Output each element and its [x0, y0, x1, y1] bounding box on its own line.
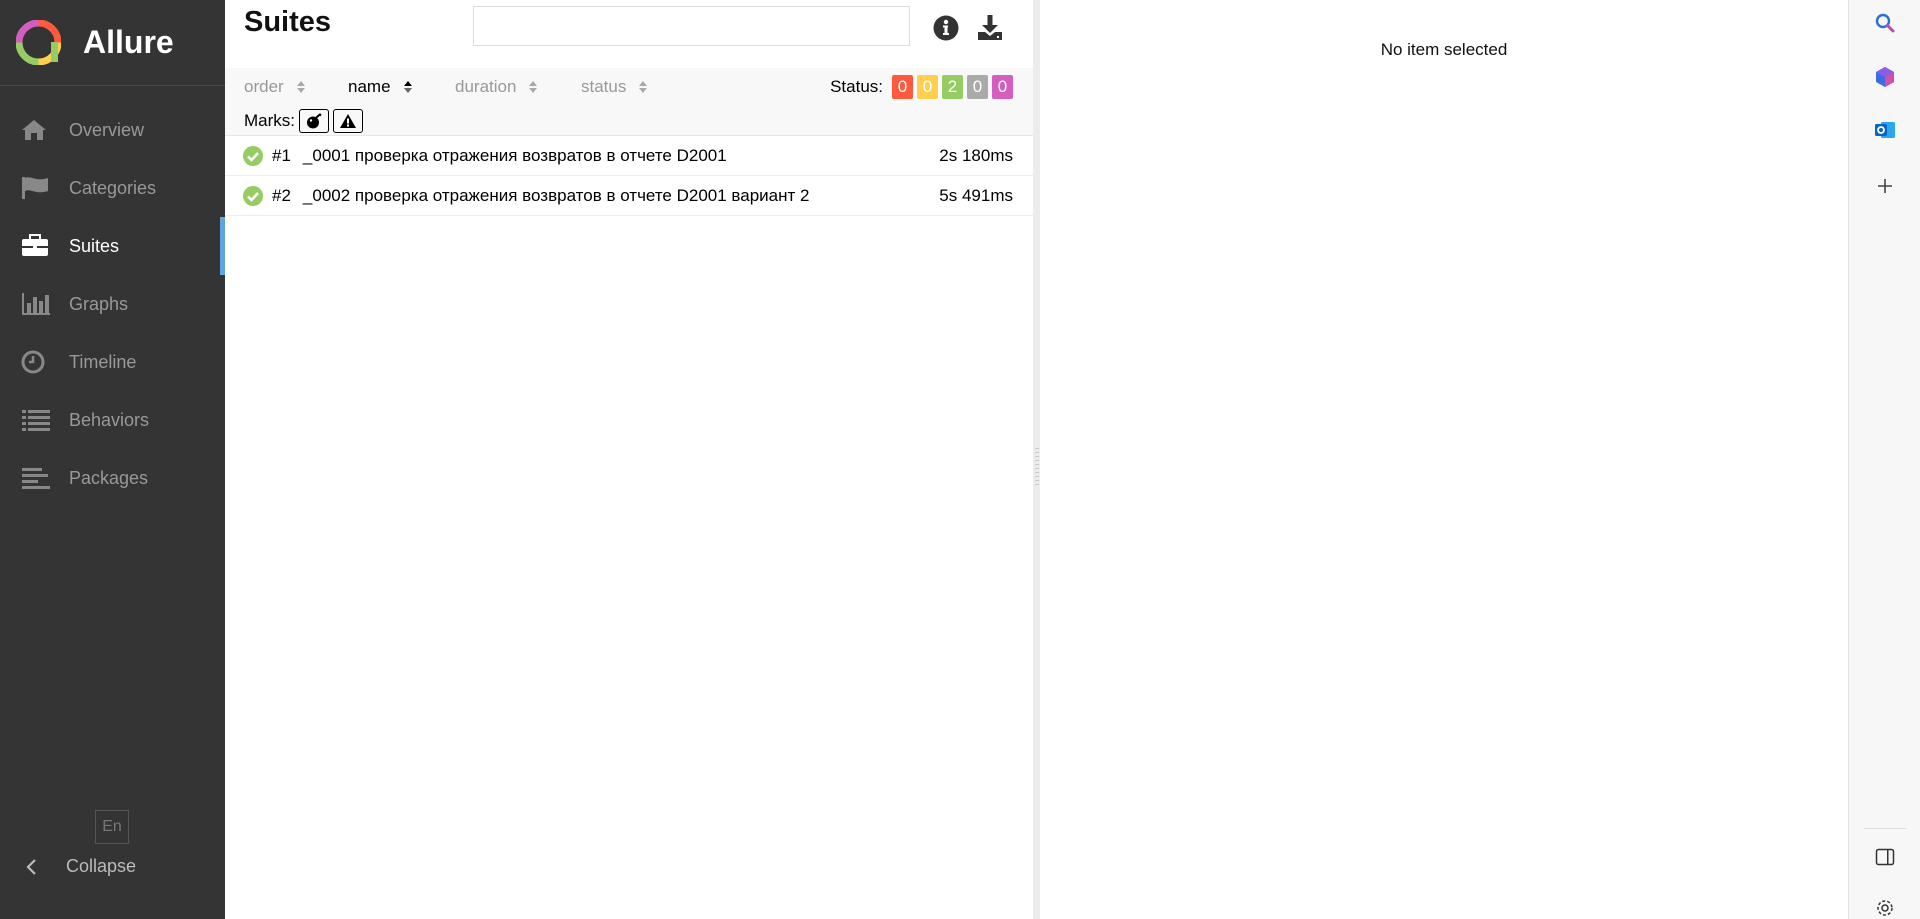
- sort-icon: [296, 81, 305, 93]
- detail-pane: No item selected: [1040, 0, 1848, 919]
- language-switcher[interactable]: En: [95, 810, 129, 844]
- sorter-label: name: [348, 77, 391, 96]
- passed-status-icon: [243, 185, 263, 206]
- test-row[interactable]: #2 _0002 проверка отражения возвратов в …: [225, 176, 1033, 216]
- sidebar: Allure Overview Categories Suites Graphs: [0, 0, 225, 919]
- browser-side-rail: [1848, 0, 1920, 919]
- sidebar-item-label: Timeline: [69, 351, 137, 372]
- sort-icon: [403, 81, 412, 93]
- status-label: Status:: [830, 77, 883, 96]
- test-number: #1: [272, 145, 291, 165]
- sort-status[interactable]: status: [581, 77, 648, 97]
- app-name: Allure: [83, 24, 174, 60]
- list-icon: [21, 407, 51, 433]
- collapse-button[interactable]: Collapse: [25, 856, 136, 877]
- sidebar-item-label: Behaviors: [69, 409, 150, 430]
- sidebar-item-categories[interactable]: Categories: [0, 159, 225, 217]
- sorter-label: order: [244, 77, 284, 96]
- download-icon[interactable]: [976, 14, 1004, 42]
- sidebar-item-packages[interactable]: Packages: [0, 449, 225, 507]
- sidebar-item-suites[interactable]: Suites: [0, 217, 225, 275]
- sidebar-toggle-icon[interactable]: [1873, 845, 1897, 869]
- chevron-left-icon: [26, 858, 36, 875]
- info-icon[interactable]: [932, 14, 960, 42]
- suites-header: Suites: [225, 0, 1033, 68]
- status-badge-skipped[interactable]: 0: [967, 75, 988, 99]
- status-badge-passed[interactable]: 2: [942, 75, 963, 99]
- marks-label: Marks:: [244, 111, 295, 130]
- sidebar-item-behaviors[interactable]: Behaviors: [0, 391, 225, 449]
- search-input[interactable]: [473, 6, 910, 46]
- briefcase-icon: [21, 233, 51, 259]
- sidebar-item-label: Categories: [69, 177, 157, 198]
- marks-filter: Marks:: [244, 109, 363, 133]
- sorter-label: duration: [455, 77, 517, 96]
- sort-icon: [529, 81, 538, 93]
- sidebar-item-graphs[interactable]: Graphs: [0, 275, 225, 333]
- test-duration: 5s 491ms: [939, 185, 1013, 205]
- status-badge-failed[interactable]: 0: [892, 75, 913, 99]
- flaky-mark-toggle[interactable]: [299, 109, 329, 133]
- test-duration: 2s 180ms: [939, 145, 1013, 165]
- sidebar-item-label: Overview: [69, 119, 145, 140]
- align-left-icon: [21, 465, 51, 491]
- sort-duration[interactable]: duration: [455, 77, 538, 97]
- sort-order[interactable]: order: [244, 77, 306, 97]
- page-title: Suites: [244, 6, 332, 38]
- allure-logo-icon: [16, 20, 61, 65]
- copilot-icon[interactable]: [1873, 65, 1897, 89]
- empty-detail-message: No item selected: [1380, 40, 1508, 59]
- clock-icon: [21, 349, 51, 375]
- status-badge-broken[interactable]: 0: [917, 75, 938, 99]
- sidebar-item-timeline[interactable]: Timeline: [0, 333, 225, 391]
- warning-mark-toggle[interactable]: [333, 109, 363, 133]
- sidebar-nav: Overview Categories Suites Graphs Timeli…: [0, 101, 225, 507]
- test-number: #2: [272, 185, 291, 205]
- sort-name[interactable]: name: [348, 77, 413, 97]
- status-badge-unknown[interactable]: 0: [992, 75, 1013, 99]
- outlook-icon[interactable]: [1873, 118, 1897, 142]
- warning-icon: [340, 114, 356, 128]
- suites-controls: order name duration status Status: 0 0 2…: [225, 68, 1033, 136]
- flag-icon: [21, 175, 51, 201]
- sorter-label: status: [581, 77, 627, 96]
- home-icon: [21, 117, 51, 143]
- settings-gear-icon[interactable]: [1873, 896, 1897, 919]
- add-icon[interactable]: [1873, 174, 1897, 198]
- test-name: _0002 проверка отражения возвратов в отч…: [302, 185, 810, 205]
- rail-divider: [1864, 828, 1906, 829]
- passed-status-icon: [243, 145, 263, 166]
- bar-chart-icon: [21, 291, 51, 317]
- test-name: _0001 проверка отражения возвратов в отч…: [302, 145, 727, 165]
- sidebar-item-label: Suites: [69, 235, 120, 256]
- sidebar-item-overview[interactable]: Overview: [0, 101, 225, 159]
- status-filter: Status: 0 0 2 0 0: [830, 75, 1013, 99]
- sidebar-item-label: Packages: [69, 467, 149, 488]
- sidebar-item-label: Graphs: [69, 293, 129, 314]
- brand[interactable]: Allure: [0, 0, 225, 86]
- test-row[interactable]: #1 _0001 проверка отражения возвратов в …: [225, 136, 1033, 176]
- search-icon[interactable]: [1873, 11, 1897, 35]
- sort-icon: [639, 81, 648, 93]
- splitter-grip-icon[interactable]: [1035, 448, 1039, 488]
- bomb-icon: [307, 113, 322, 129]
- suites-pane: Suites order name duration status Status…: [225, 0, 1033, 919]
- collapse-label: Collapse: [66, 856, 137, 876]
